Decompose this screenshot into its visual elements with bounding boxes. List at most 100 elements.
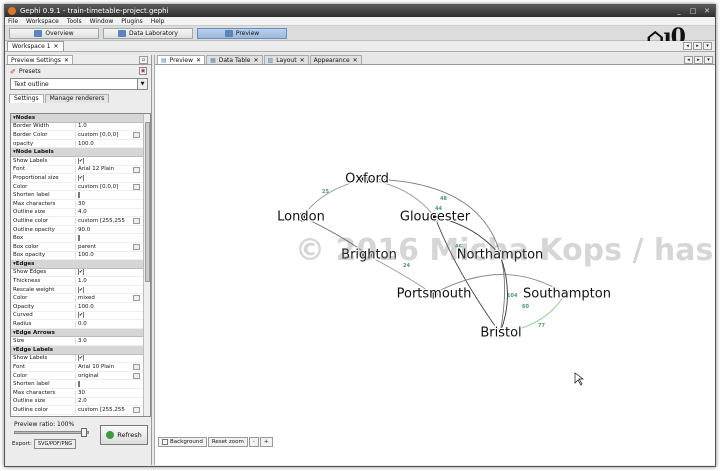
property-checkbox[interactable]: ✔ [78,286,85,293]
property-checkbox-cell[interactable]: ✔ [75,286,150,293]
property-checkbox[interactable] [78,192,80,199]
property-checkbox-cell[interactable]: ✔ [75,269,150,276]
property-checkbox[interactable]: ✔ [78,269,85,276]
property-row[interactable]: Box opacity 100.0 [11,252,150,261]
overview-button[interactable]: Overview [9,27,99,39]
property-row[interactable]: Thickness 1.0 [11,277,150,286]
property-value[interactable]: 2.0 [75,398,150,405]
tab-layout[interactable]: ▧ Layout ✕ [263,55,309,64]
property-row[interactable]: Font Arial 12 Plain [11,166,150,175]
property-row[interactable]: Border Width 1.0 [11,123,150,132]
preview-button[interactable]: Preview [197,27,287,39]
property-row[interactable]: Box [11,234,150,243]
save-preset-icon[interactable]: ▣ [139,67,147,75]
property-row[interactable]: Outline color custom [255,255 [11,217,150,226]
property-checkbox[interactable]: ✔ [78,174,85,181]
property-row[interactable]: Shorten label [11,191,150,200]
property-value[interactable]: 100.0 [75,252,150,259]
property-row[interactable]: Show Labels ✔ [11,157,150,166]
menu-tools[interactable]: Tools [67,18,82,25]
property-row[interactable]: Outline size 4.0 [11,209,150,218]
property-checkbox-cell[interactable]: ✔ [75,174,150,181]
list-tabs-icon[interactable]: ▾ [704,56,713,64]
property-row[interactable]: Color custom [0,0,0] [11,183,150,192]
property-row[interactable]: Font Arial 10 Plain [11,363,150,372]
property-value[interactable]: 0.0 [75,321,150,328]
background-checkbox[interactable] [162,439,168,445]
property-row[interactable]: Outline color custom [255,255 [11,406,150,415]
property-row[interactable]: Opacity 100.0 [11,303,150,312]
edit-property-button[interactable] [133,364,140,371]
category-row[interactable]: ▾ Edges [11,260,150,269]
property-row[interactable]: Border Color custom [0,0,0] [11,131,150,140]
property-row[interactable]: Show Labels ✔ [11,355,150,364]
edit-property-button[interactable] [133,243,140,250]
property-row[interactable]: Color mixed [11,294,150,304]
close-icon[interactable]: ✕ [196,57,201,64]
scroll-right-icon[interactable]: ▸ [693,42,702,50]
menu-plugins[interactable]: Plugins [121,18,143,25]
property-row[interactable]: Color original [11,372,150,381]
property-row[interactable]: Box color parent [11,243,150,252]
property-row[interactable]: Max characters 30 [11,200,150,209]
zoom-out-button[interactable]: - [248,437,259,447]
property-row[interactable]: opacity 100.0 [11,140,150,149]
property-value[interactable]: 100.0 [75,140,150,147]
property-checkbox[interactable]: ✔ [78,157,85,164]
edit-property-button[interactable] [133,183,140,190]
zoom-in-button[interactable]: + [259,437,273,447]
tab-preview-settings[interactable]: Preview Settings ✕ [7,55,73,64]
tab-manage-renderers[interactable]: Manage renderers [44,94,110,103]
property-value[interactable]: 4.0 [75,209,150,216]
property-checkbox-cell[interactable]: ✔ [75,312,150,319]
property-row[interactable]: Outline opacity 90.0 [11,226,150,235]
menu-window[interactable]: Window [90,18,114,25]
property-row[interactable]: Proportional size ✔ [11,174,150,183]
property-row[interactable]: Max characters 30 [11,389,150,398]
property-value[interactable]: 30 [75,389,150,396]
property-checkbox[interactable] [78,381,80,388]
close-icon[interactable]: ✕ [54,43,59,50]
workspace-tab[interactable]: Workspace 1 ✕ [7,41,64,51]
property-value[interactable]: 100.0 [75,303,150,310]
list-tabs-icon[interactable]: ▾ [703,42,712,50]
property-row[interactable]: Radius 0.0 [11,320,150,329]
property-checkbox[interactable]: ✔ [78,355,85,362]
property-row[interactable]: Size 3.0 [11,337,150,347]
property-value[interactable]: 3.0 [75,338,150,345]
property-checkbox-cell[interactable]: ✔ [75,355,150,362]
close-icon[interactable]: ✕ [300,57,305,64]
property-row[interactable]: Outline size 2.0 [11,398,150,407]
property-checkbox-cell[interactable] [75,235,150,242]
category-row[interactable]: ▾ Edge Arrows [11,328,150,338]
category-row[interactable]: ▾ Nodes [11,114,150,123]
edit-property-button[interactable] [133,218,140,225]
property-value[interactable]: 1.0 [75,123,150,130]
category-row[interactable]: ▾ Node Labels [11,148,150,157]
close-icon[interactable]: ✕ [703,7,711,15]
data-laboratory-button[interactable]: Data Laboratory [103,27,193,39]
reset-zoom-button[interactable]: Reset zoom [207,437,248,447]
category-row[interactable]: ▾ Edge Labels [11,346,150,355]
chevron-down-icon[interactable]: ▼ [137,79,147,89]
tab-appearance[interactable]: Appearance ✕ [309,55,362,64]
property-checkbox[interactable]: ✔ [78,312,85,319]
tab-settings[interactable]: Settings [9,94,44,103]
close-icon[interactable]: ✕ [64,57,69,64]
refresh-button[interactable]: Refresh [100,425,148,445]
export-svg-pdf-png-button[interactable]: SVG/PDF/PNG [33,439,77,449]
property-row[interactable]: Show Edges ✔ [11,269,150,278]
property-value[interactable]: 90.0 [75,226,150,233]
property-scrollbar[interactable] [143,114,150,416]
tab-data-table[interactable]: ▦ Data Table ✕ [206,55,263,64]
edit-property-button[interactable] [133,407,140,414]
property-row[interactable]: Curved ✔ [11,312,150,321]
menu-file[interactable]: File [8,18,18,25]
maximize-icon[interactable]: □ [689,7,697,15]
preview-ratio-slider[interactable] [14,428,89,437]
minimize-icon[interactable]: _ [675,7,683,15]
property-checkbox-cell[interactable] [75,381,150,388]
scroll-left-icon[interactable]: ◂ [684,56,693,64]
close-icon[interactable]: ✕ [353,57,358,64]
property-value[interactable]: 1.0 [75,278,150,285]
